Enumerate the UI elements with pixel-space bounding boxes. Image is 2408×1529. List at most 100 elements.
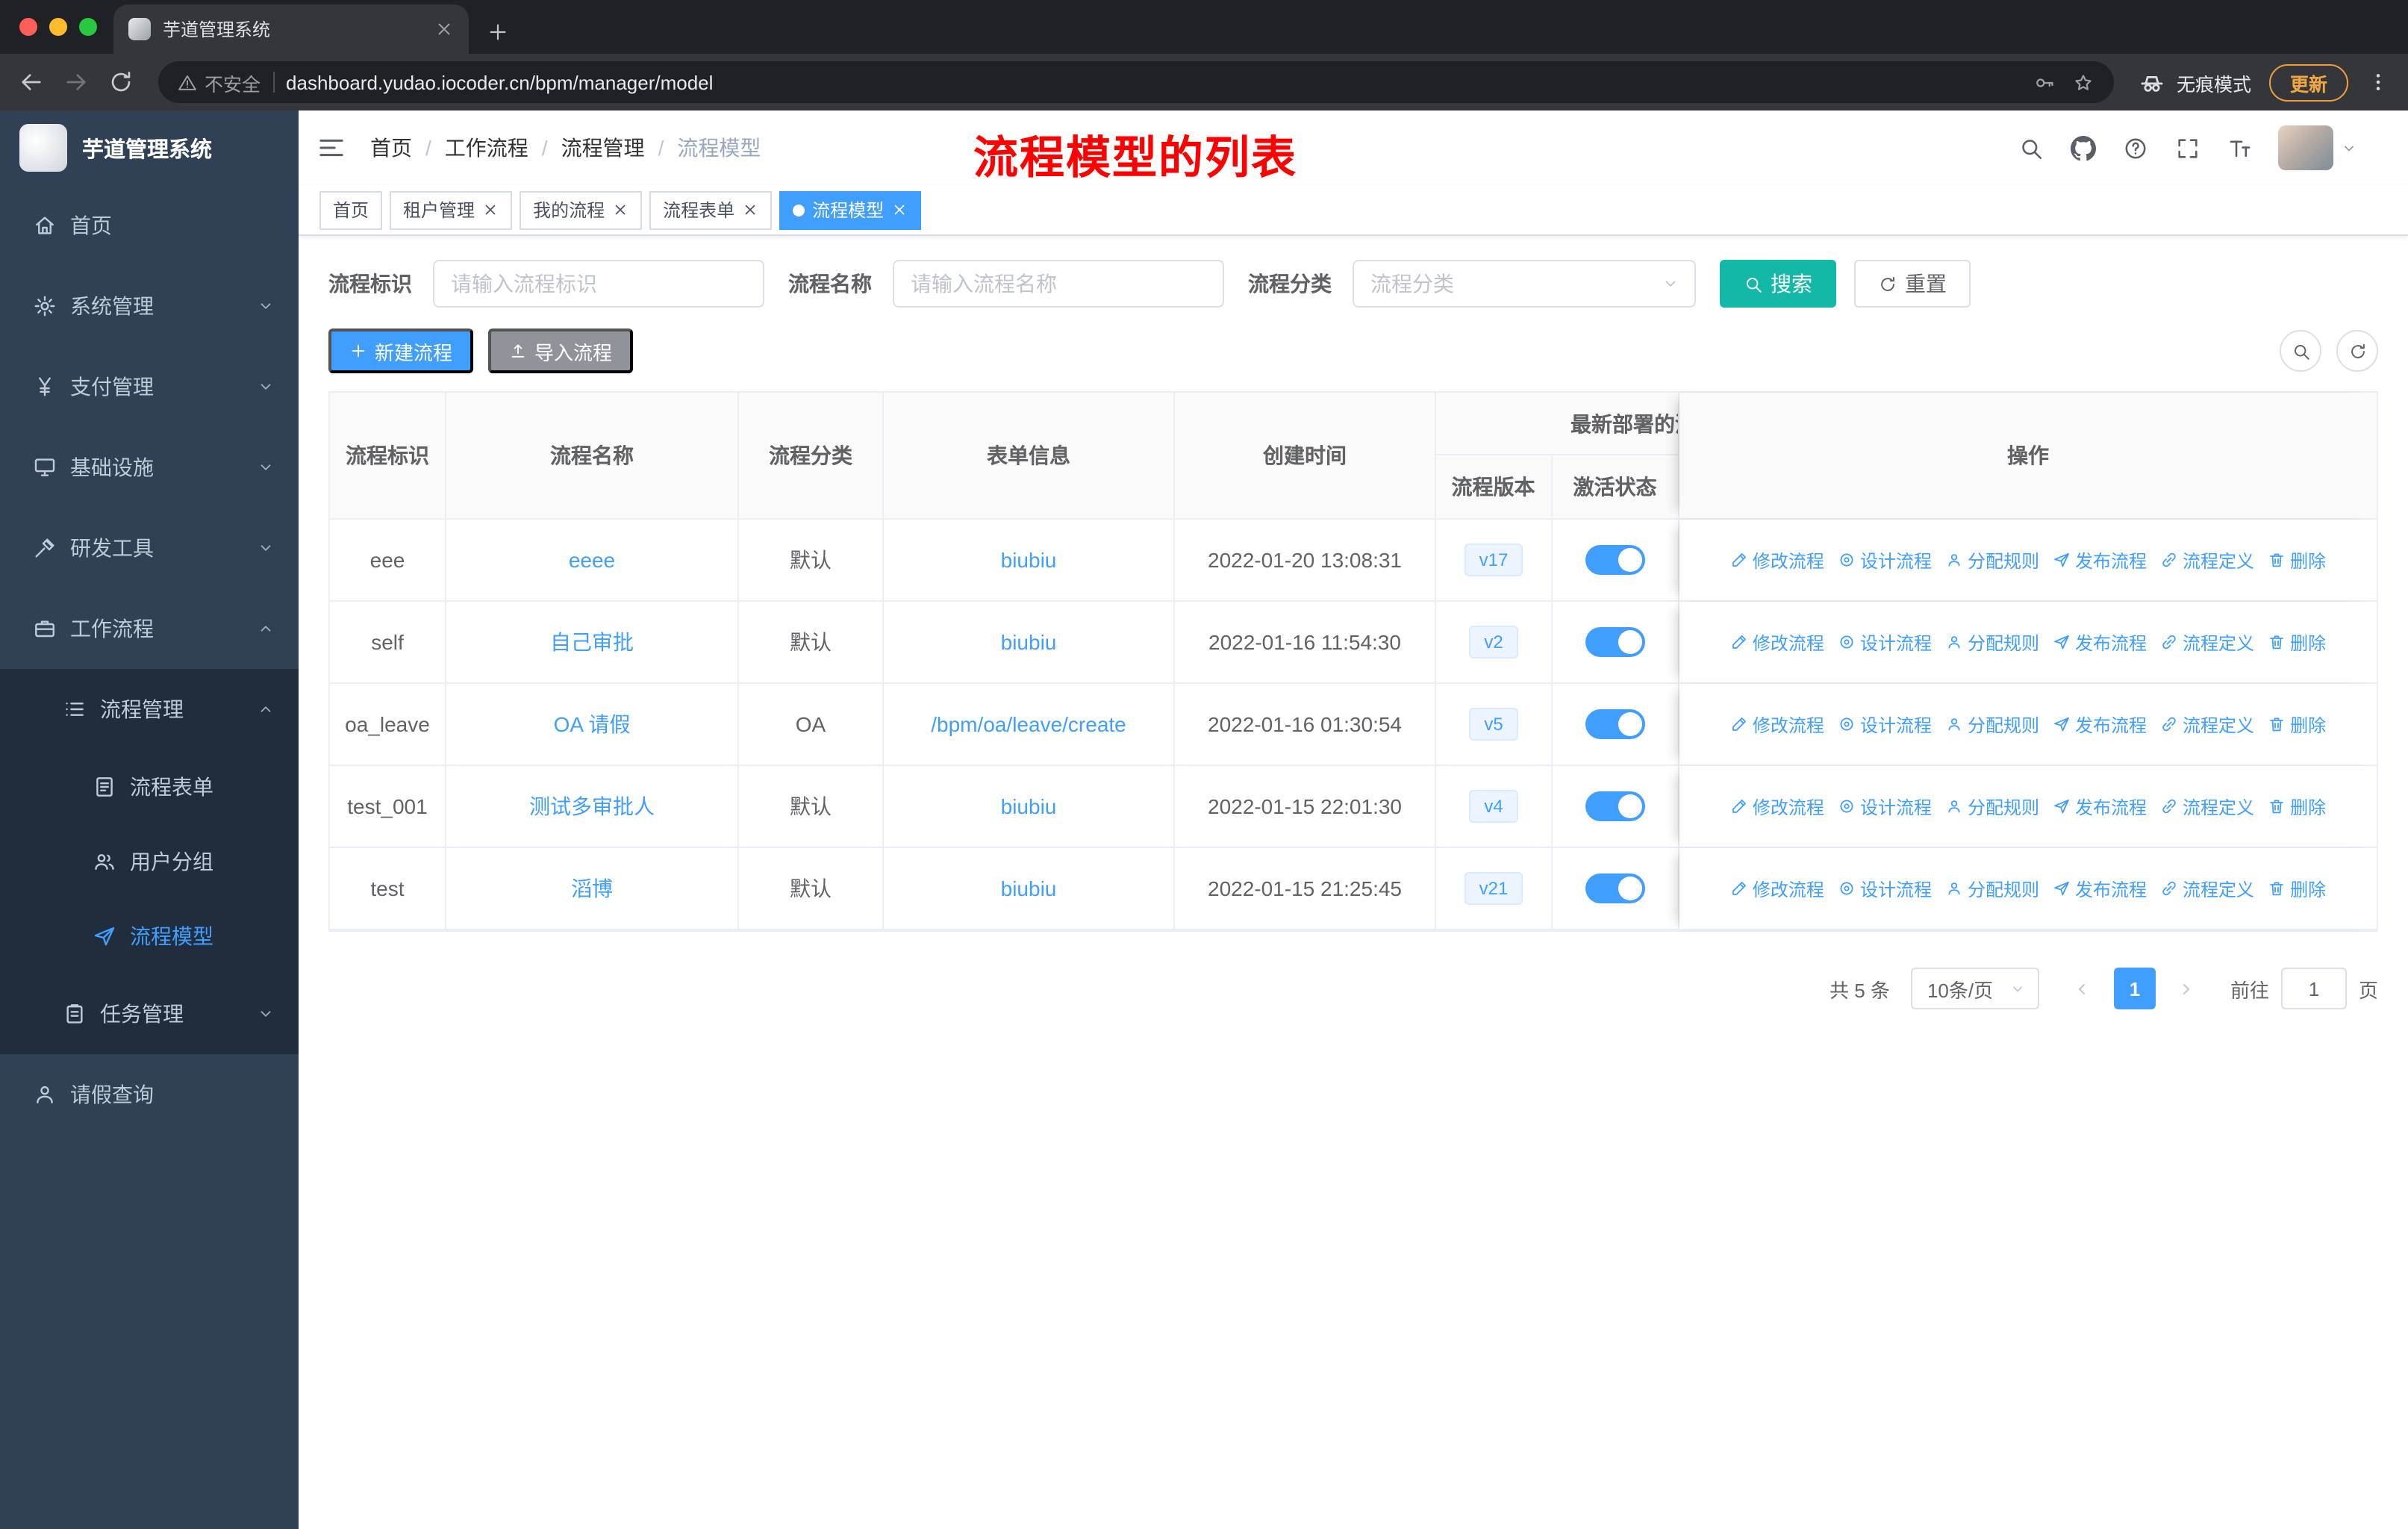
address-bar[interactable]: 不安全 dashboard.yudao.iocoder.cn/bpm/manag… (158, 61, 2114, 103)
close-icon[interactable] (891, 202, 908, 218)
zoom-window-button[interactable] (79, 18, 97, 36)
new-tab-button[interactable] (487, 21, 509, 43)
process-name-link[interactable]: 自己审批 (550, 627, 634, 657)
page-number-1[interactable]: 1 (2113, 968, 2156, 1009)
sidebar-toggle-icon[interactable] (316, 133, 346, 163)
action-link-link[interactable]: 流程定义 (2160, 711, 2254, 737)
active-toggle[interactable] (1585, 709, 1645, 739)
minimize-window-button[interactable] (49, 18, 67, 36)
sidebar-item-user-group[interactable]: 用户分组 (0, 824, 299, 899)
action-user-link[interactable]: 分配规则 (1945, 629, 2039, 655)
sidebar-item-payment-management[interactable]: 支付管理 (0, 346, 299, 427)
sidebar-item-process-model[interactable]: 流程模型 (0, 899, 299, 974)
active-toggle[interactable] (1585, 874, 1645, 903)
action-edit-link[interactable]: 修改流程 (1730, 794, 1824, 819)
active-toggle[interactable] (1585, 791, 1645, 821)
action-send-link[interactable]: 发布流程 (2053, 711, 2147, 737)
close-icon[interactable] (482, 202, 499, 218)
action-user-link[interactable]: 分配规则 (1945, 876, 2039, 901)
action-edit-link[interactable]: 修改流程 (1730, 876, 1824, 901)
action-trash-link[interactable]: 删除 (2268, 876, 2326, 901)
next-page-button[interactable] (2168, 968, 2206, 1009)
action-send-link[interactable]: 发布流程 (2053, 794, 2147, 819)
action-design-link[interactable]: 设计流程 (1838, 711, 1932, 737)
sidebar-item-workflow[interactable]: 工作流程 (0, 588, 299, 669)
search-button[interactable]: 搜索 (1720, 260, 1836, 308)
category-select[interactable]: 流程分类 (1353, 260, 1696, 308)
process-name-link[interactable]: OA 请假 (554, 709, 631, 739)
form-info-link[interactable]: biubiu (1001, 548, 1057, 572)
close-icon[interactable] (742, 202, 758, 218)
tag-item-0[interactable]: 首页 (319, 190, 383, 229)
sidebar-item-task-management[interactable]: 任务管理 (0, 974, 299, 1054)
sidebar-item-dev-tools[interactable]: 研发工具 (0, 508, 299, 588)
action-send-link[interactable]: 发布流程 (2053, 629, 2147, 655)
action-edit-link[interactable]: 修改流程 (1730, 711, 1824, 737)
action-link-link[interactable]: 流程定义 (2160, 629, 2254, 655)
form-info-link[interactable]: biubiu (1001, 876, 1057, 900)
action-design-link[interactable]: 设计流程 (1838, 629, 1932, 655)
action-link-link[interactable]: 流程定义 (2160, 876, 2254, 901)
breadcrumb-item[interactable]: 流程管理 (561, 133, 645, 163)
browser-tab[interactable]: 芋道管理系统 (113, 4, 469, 54)
action-user-link[interactable]: 分配规则 (1945, 711, 2039, 737)
action-user-link[interactable]: 分配规则 (1945, 794, 2039, 819)
prev-page-button[interactable] (2063, 968, 2102, 1009)
process-key-input[interactable] (433, 260, 764, 308)
tab-close-icon[interactable] (434, 19, 454, 39)
tag-item-4[interactable]: 流程模型 (779, 190, 922, 229)
browser-update-button[interactable]: 更新 (2268, 63, 2348, 101)
show-search-button[interactable] (2280, 330, 2321, 372)
tag-item-3[interactable]: 流程表单 (649, 190, 773, 229)
form-info-link[interactable]: biubiu (1001, 630, 1057, 654)
reset-button[interactable]: 重置 (1854, 260, 1971, 308)
question-button[interactable] (2112, 122, 2159, 173)
close-icon[interactable] (612, 202, 628, 218)
goto-page-input[interactable] (2280, 968, 2347, 1009)
action-trash-link[interactable]: 删除 (2268, 711, 2326, 737)
security-chip[interactable]: 不安全 (178, 68, 261, 96)
active-toggle[interactable] (1585, 627, 1645, 657)
action-edit-link[interactable]: 修改流程 (1730, 629, 1824, 655)
refresh-table-button[interactable] (2336, 330, 2378, 372)
sidebar-item-process-management[interactable]: 流程管理 (0, 669, 299, 750)
page-size-select[interactable]: 10条/页 (1910, 968, 2039, 1009)
sidebar-item-leave-query[interactable]: 请假查询 (0, 1054, 299, 1135)
form-info-link[interactable]: /bpm/oa/leave/create (931, 712, 1126, 736)
action-send-link[interactable]: 发布流程 (2053, 547, 2147, 573)
process-name-input[interactable] (893, 260, 1224, 308)
action-trash-link[interactable]: 删除 (2268, 629, 2326, 655)
action-send-link[interactable]: 发布流程 (2053, 876, 2147, 901)
action-design-link[interactable]: 设计流程 (1838, 794, 1932, 819)
process-name-link[interactable]: 测试多审批人 (529, 791, 655, 821)
action-trash-link[interactable]: 删除 (2268, 547, 2326, 573)
avatar-caret-icon[interactable] (2341, 140, 2357, 156)
search-button[interactable] (2008, 122, 2054, 173)
import-process-button[interactable]: 导入流程 (488, 328, 634, 373)
close-window-button[interactable] (19, 18, 37, 36)
breadcrumb-item[interactable]: 工作流程 (445, 133, 528, 163)
browser-menu-button[interactable] (2366, 70, 2390, 94)
key-icon[interactable] (2033, 71, 2056, 93)
action-user-link[interactable]: 分配规则 (1945, 547, 2039, 573)
fontsize-button[interactable] (2217, 122, 2263, 173)
tag-item-1[interactable]: 租户管理 (390, 190, 513, 229)
reload-icon[interactable] (107, 69, 134, 96)
sidebar-item-system-management[interactable]: 系统管理 (0, 266, 299, 346)
fullscreen-button[interactable] (2165, 122, 2211, 173)
back-icon[interactable] (18, 69, 45, 96)
action-edit-link[interactable]: 修改流程 (1730, 547, 1824, 573)
action-trash-link[interactable]: 删除 (2268, 794, 2326, 819)
action-design-link[interactable]: 设计流程 (1838, 876, 1932, 901)
forward-icon[interactable] (63, 69, 90, 96)
sidebar-item-infrastructure[interactable]: 基础设施 (0, 427, 299, 508)
tag-item-2[interactable]: 我的流程 (520, 190, 643, 229)
action-link-link[interactable]: 流程定义 (2160, 794, 2254, 819)
create-process-button[interactable]: 新建流程 (328, 328, 474, 373)
action-link-link[interactable]: 流程定义 (2160, 547, 2254, 573)
user-avatar[interactable] (2278, 125, 2333, 170)
action-design-link[interactable]: 设计流程 (1838, 547, 1932, 573)
process-name-link[interactable]: 滔博 (571, 874, 613, 903)
sidebar-item-process-form[interactable]: 流程表单 (0, 750, 299, 824)
active-toggle[interactable] (1585, 545, 1645, 575)
